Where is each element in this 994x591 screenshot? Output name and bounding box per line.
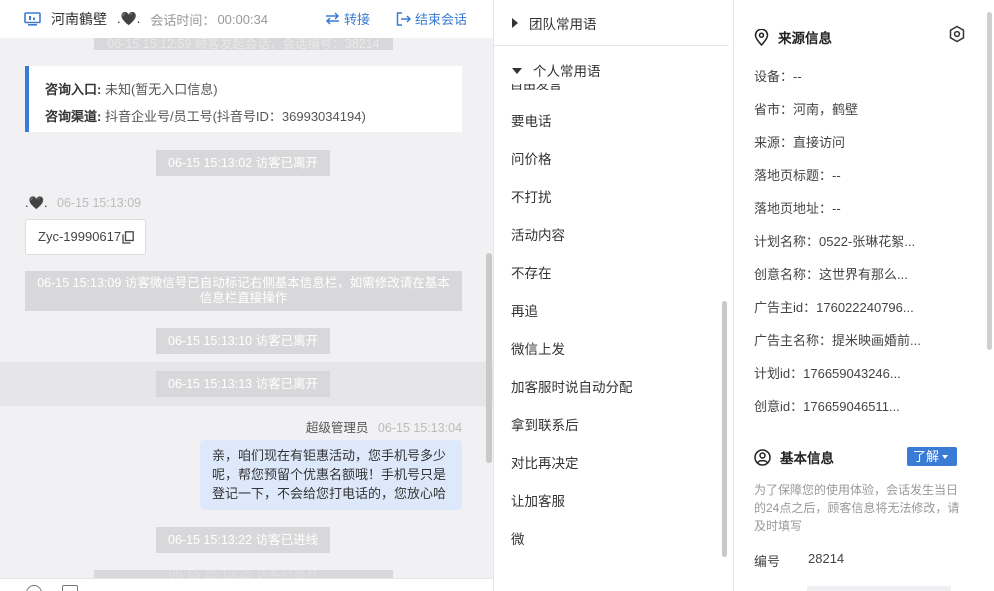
settings-icon[interactable]	[948, 25, 966, 43]
app-root: 河南鶴壁 .🖤. 会话时间： 00:00:34 转接 结束会话 06-15 15…	[0, 0, 994, 591]
consult-entry-label: 咨询入口:	[45, 82, 102, 97]
source-field-landing-url: 落地页地址：--	[754, 201, 841, 216]
learn-more-label: 了解	[913, 449, 940, 464]
phrase-item[interactable]: 要电话	[511, 110, 552, 130]
phrase-item[interactable]: 活动内容	[511, 224, 565, 244]
transfer-button[interactable]: 转接	[325, 9, 370, 28]
next-field-input[interactable]	[807, 586, 951, 591]
caret-down-icon	[512, 67, 522, 74]
source-field-advertiser-name: 广告主名称：提米映画婚前...	[754, 333, 921, 348]
end-session-label: 结束会话	[415, 12, 468, 27]
phrase-item[interactable]: 微信上发	[511, 338, 565, 358]
team-phrases-label: 团队常用语	[529, 16, 597, 32]
visitor-location-name: 河南鶴壁	[51, 11, 107, 27]
emoji-icon[interactable]	[26, 585, 42, 591]
team-phrases-group[interactable]: 团队常用语	[494, 0, 729, 46]
visitor-message-meta: .🖤. 06-15 15:13:09	[25, 196, 141, 211]
source-field-creative-id: 创意id：176659046511...	[754, 399, 900, 414]
monitor-icon	[24, 12, 41, 26]
event-pill-cut: 06-15 15:13:25 访客已离开	[94, 570, 393, 578]
basic-info-label: 基本信息	[780, 451, 834, 466]
auto-tag-notice: 06-15 15:13:09 访客微信号已自动标记右侧基本信息栏，如需修改请在基…	[25, 271, 462, 311]
phrase-item[interactable]: 加客服时说自动分配	[511, 376, 633, 396]
chat-toolbar	[0, 578, 493, 591]
copy-icon[interactable]	[122, 231, 134, 244]
location-pin-icon	[754, 28, 769, 46]
chat-scrollbar[interactable]	[486, 253, 492, 463]
visitor-nickname: .🖤.	[117, 11, 141, 26]
source-field-plan-name: 计划名称：0522-张琳花絮...	[754, 234, 916, 249]
source-field-plan-id: 计划id：176659043246...	[754, 366, 901, 381]
source-field-origin: 来源：直接访问	[754, 135, 846, 150]
wechat-id-bubble[interactable]: Zyc-19990617	[25, 219, 146, 255]
phrase-item[interactable]: 让加客服	[511, 490, 565, 510]
end-session-button[interactable]: 结束会话	[396, 9, 467, 28]
session-time: 00:00:34	[217, 11, 269, 27]
record-number-label: 编号	[754, 554, 781, 569]
session-time-label: 会话时间：	[150, 12, 216, 28]
event-pill: 06-15 15:13:02 访客已离开	[156, 150, 331, 176]
learn-more-dropdown[interactable]: 了解	[907, 447, 957, 466]
agent-message-meta: 超级管理员 06-15 15:13:04	[306, 417, 462, 436]
customer-info-panel: 来源信息 设备：-- 省市：河南，鹤壁 来源：直接访问 落地页标题：-- 落地页…	[735, 0, 994, 591]
source-info-label: 来源信息	[778, 31, 832, 46]
phrase-item[interactable]: 对比再决定	[511, 452, 579, 472]
edit-deadline-notice: 为了保障您的使用体验，会话发生当日的24点之后，顾客信息将无法修改，请及时填写	[754, 483, 960, 533]
source-field-device: 设备：--	[754, 69, 802, 84]
source-field-province-city: 省市：河南，鹤壁	[754, 102, 859, 117]
event-pill: 06-15 15:13:22 访客已进线	[156, 527, 331, 553]
visitor-message-time: 06-15 15:13:09	[57, 196, 142, 210]
source-field-advertiser-id: 广告主id：176022240796...	[754, 300, 914, 315]
info-panel-scrollbar[interactable]	[987, 12, 992, 350]
exit-icon	[396, 11, 411, 26]
chat-header: 河南鶴壁 .🖤. 会话时间： 00:00:34 转接 结束会话	[0, 0, 493, 38]
phrases-scrollbar[interactable]	[722, 301, 727, 557]
phrase-item[interactable]: 不存在	[511, 262, 552, 282]
personal-phrases-label: 个人常用语	[533, 64, 601, 79]
chat-panel: 河南鶴壁 .🖤. 会话时间： 00:00:34 转接 结束会话 06-15 15…	[0, 0, 493, 591]
phrase-item[interactable]: 再追	[511, 300, 538, 320]
phrase-item-peek: 自由发言	[510, 84, 562, 90]
transfer-label: 转接	[344, 12, 371, 27]
caret-right-icon	[512, 17, 518, 28]
agent-message-bubble: 亲，咱们现在有钜惠活动，您手机号多少呢，帮您预留个优惠名额哦！手机号只是登记一下…	[200, 440, 462, 510]
basic-info-title: 基本信息	[754, 447, 834, 467]
user-circle-icon	[754, 448, 771, 466]
image-icon[interactable]	[62, 585, 78, 591]
source-field-creative-name: 创意名称：这世界有那么...	[754, 267, 908, 282]
agent-name: 超级管理员	[305, 421, 369, 435]
event-pill: 06-15 15:13:13 访客已离开	[156, 371, 331, 397]
consult-channel-value: 抖音企业号/员工号(抖音号ID：36993034194)	[104, 109, 366, 124]
phrase-item[interactable]: 微	[511, 528, 525, 548]
phrase-item[interactable]: 拿到联系后	[511, 414, 579, 434]
consult-channel-label: 咨询渠道:	[45, 109, 102, 124]
agent-message-time: 06-15 15:13:04	[377, 421, 462, 435]
source-info-title: 来源信息	[754, 27, 832, 47]
visitor-message-nick: .🖤.	[25, 196, 48, 210]
chevron-down-icon	[942, 454, 949, 459]
consult-info-card: 咨询入口: 未知(暂无入口信息) 咨询渠道: 抖音企业号/员工号(抖音号ID：3…	[25, 66, 462, 132]
consult-entry-row: 咨询入口: 未知(暂无入口信息)	[45, 76, 462, 103]
consult-entry-value: 未知(暂无入口信息)	[104, 82, 218, 97]
transfer-icon	[325, 12, 340, 25]
consult-channel-row: 咨询渠道: 抖音企业号/员工号(抖音号ID：36993034194)	[45, 103, 462, 130]
session-start-event: 06-15 15:12:59 顾客发起会话，会话编号：38214	[94, 38, 393, 50]
source-field-landing-title: 落地页标题：--	[754, 168, 841, 183]
phrase-item[interactable]: 不打扰	[511, 186, 552, 206]
record-number-value: 28214	[808, 551, 845, 566]
wechat-id-text: Zyc-19990617	[38, 229, 122, 244]
event-pill: 06-15 15:13:10 访客已离开	[156, 328, 331, 354]
phrase-item[interactable]: 问价格	[511, 148, 552, 168]
